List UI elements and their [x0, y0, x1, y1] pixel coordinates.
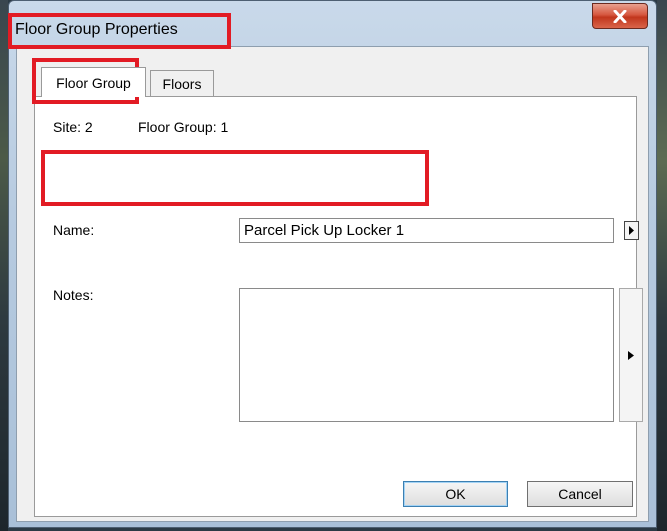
notes-label: Notes:	[53, 287, 94, 303]
tab-label: Floor Group	[56, 74, 131, 91]
desktop-background-left	[0, 0, 8, 531]
tab-label: Floors	[162, 75, 202, 92]
tab-floor-group[interactable]: Floor Group	[41, 67, 146, 97]
cancel-button[interactable]: Cancel	[527, 481, 633, 507]
name-input[interactable]	[239, 218, 614, 243]
desktop-background-right	[657, 0, 667, 531]
tab-panel-floor-group: Site: 2 Floor Group: 1 Name: Notes:	[34, 96, 643, 517]
site-info: Site: 2	[53, 119, 93, 135]
play-arrow-icon	[628, 350, 634, 360]
floor-group-info: Floor Group: 1	[138, 119, 229, 135]
name-expand-button[interactable]	[624, 221, 639, 240]
ok-button[interactable]: OK	[403, 481, 508, 507]
play-arrow-icon	[629, 226, 634, 235]
window-title: Floor Group Properties	[15, 21, 178, 38]
close-button[interactable]	[592, 3, 648, 29]
tab-floors[interactable]: Floors	[150, 70, 214, 96]
dialog-client-area: Floor Group Floors Site: 2 Floor Group: …	[16, 46, 649, 522]
title-bar[interactable]: Floor Group Properties	[9, 1, 656, 45]
dialog-window: Floor Group Properties Floor Group Floor…	[8, 0, 657, 528]
notes-expand-button[interactable]	[619, 288, 643, 422]
name-label: Name:	[53, 222, 95, 238]
close-icon	[613, 9, 627, 23]
notes-textarea[interactable]	[239, 288, 614, 422]
